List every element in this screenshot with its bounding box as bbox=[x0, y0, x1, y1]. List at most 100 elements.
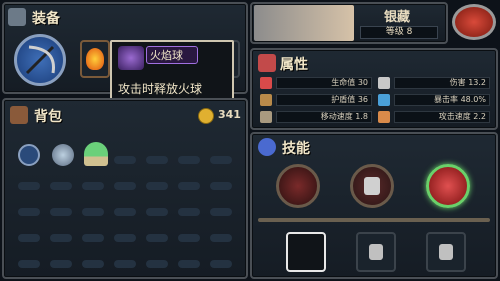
coin-count: 341 bbox=[218, 108, 241, 121]
lock-icon bbox=[369, 244, 383, 260]
stat-row: 移动速度 1.8 bbox=[260, 110, 372, 124]
stat-number: 30 bbox=[357, 78, 368, 87]
hero-header: 银藏 等级 8 bbox=[250, 2, 448, 44]
bag-slot[interactable] bbox=[50, 260, 72, 268]
backpack-title: 背包 bbox=[34, 109, 62, 125]
coin-icon bbox=[198, 108, 214, 124]
bag-slot[interactable] bbox=[114, 156, 136, 164]
item-tooltip: 火焰球 攻击时释放火球 bbox=[110, 40, 234, 100]
stat-number: 13.2 bbox=[468, 78, 486, 87]
stat-label: 伤害 bbox=[449, 78, 466, 87]
bag-slot[interactable] bbox=[82, 260, 104, 268]
bag-slot[interactable] bbox=[210, 182, 232, 190]
bag-slot[interactable] bbox=[114, 260, 136, 268]
fire-orb-icon bbox=[86, 48, 104, 70]
stat-label: 攻击速度 bbox=[438, 112, 471, 121]
skill-slot-red-crest[interactable] bbox=[276, 164, 320, 208]
skill-slot-dash[interactable] bbox=[426, 164, 470, 208]
stat-value: 伤害 13.2 bbox=[394, 77, 490, 89]
bag-slot[interactable] bbox=[114, 208, 136, 216]
bag-slot[interactable] bbox=[18, 234, 40, 242]
stat-value: 生命值 30 bbox=[276, 77, 372, 89]
tooltip-description: 攻击时释放火球 bbox=[118, 82, 203, 96]
stat-icon bbox=[378, 77, 390, 89]
stat-number: 1.8 bbox=[355, 112, 368, 121]
bag-slot[interactable] bbox=[114, 182, 136, 190]
hero-portrait bbox=[254, 5, 354, 41]
bag-slot[interactable] bbox=[178, 260, 200, 268]
bag-slot[interactable] bbox=[18, 208, 40, 216]
bag-slot[interactable] bbox=[50, 208, 72, 216]
stat-row: 攻击速度 2.2 bbox=[378, 110, 490, 124]
bag-slot[interactable] bbox=[114, 234, 136, 242]
active-skill-slot[interactable] bbox=[286, 232, 326, 272]
bag-slot[interactable] bbox=[210, 260, 232, 268]
stat-icon bbox=[260, 111, 272, 123]
skill-divider bbox=[258, 218, 490, 222]
mushroom-item[interactable] bbox=[84, 142, 108, 166]
bag-slot[interactable] bbox=[178, 182, 200, 190]
locked-skill-slot-2[interactable] bbox=[356, 232, 396, 272]
attributes-panel: 属性 生命值 30 护盾值 36 移动速度 1.8 伤害 13.2 暴击率 48.0% 攻… bbox=[250, 48, 498, 130]
stat-row: 生命值 30 bbox=[260, 76, 372, 90]
stat-row: 暴击率 48.0% bbox=[378, 93, 490, 107]
stat-icon bbox=[260, 77, 272, 89]
stat-icon bbox=[378, 111, 390, 123]
stat-value: 护盾值 36 bbox=[276, 94, 372, 106]
hero-level: 等级 8 bbox=[360, 26, 438, 39]
exit-button[interactable] bbox=[452, 4, 496, 40]
tooltip-item-image bbox=[118, 46, 144, 70]
bag-slot[interactable] bbox=[178, 208, 200, 216]
stat-row: 护盾值 36 bbox=[260, 93, 372, 107]
stat-value: 移动速度 1.8 bbox=[276, 111, 372, 123]
bag-slot[interactable] bbox=[210, 208, 232, 216]
bag-slot[interactable] bbox=[178, 156, 200, 164]
orb-item[interactable] bbox=[52, 144, 74, 166]
bag-slot[interactable] bbox=[210, 234, 232, 242]
bag-slot[interactable] bbox=[50, 182, 72, 190]
stat-number: 48.0% bbox=[460, 95, 486, 104]
armor-icon bbox=[8, 8, 26, 26]
bag-slot[interactable] bbox=[146, 260, 168, 268]
bag-slot[interactable] bbox=[146, 182, 168, 190]
bag-slot[interactable] bbox=[82, 234, 104, 242]
locked-skill-slot-3[interactable] bbox=[426, 232, 466, 272]
stat-value: 攻击速度 2.2 bbox=[394, 111, 490, 123]
bow-weapon-slot[interactable] bbox=[14, 34, 66, 86]
fire-orb-slot[interactable] bbox=[80, 40, 110, 78]
compass-item[interactable] bbox=[18, 144, 40, 166]
stat-label: 护盾值 bbox=[331, 95, 356, 104]
heart-icon bbox=[258, 54, 276, 72]
stat-number: 2.2 bbox=[473, 112, 486, 121]
hero-name: 银藏 bbox=[384, 10, 411, 25]
bag-slot[interactable] bbox=[18, 260, 40, 268]
stat-icon bbox=[378, 94, 390, 106]
bag-slot[interactable] bbox=[82, 208, 104, 216]
bag-slot[interactable] bbox=[82, 182, 104, 190]
skill-orb-icon bbox=[258, 138, 276, 156]
bag-slot[interactable] bbox=[210, 156, 232, 164]
stat-value: 暴击率 48.0% bbox=[394, 94, 490, 106]
skill-slot-locked[interactable] bbox=[350, 164, 394, 208]
equipment-title: 装备 bbox=[32, 11, 60, 27]
bag-slot[interactable] bbox=[50, 234, 72, 242]
stat-icon bbox=[260, 94, 272, 106]
attributes-title: 属性 bbox=[280, 57, 308, 73]
stat-label: 生命值 bbox=[331, 78, 356, 87]
lock-icon bbox=[439, 244, 453, 260]
bag-slot[interactable] bbox=[178, 234, 200, 242]
lock-icon bbox=[364, 177, 380, 195]
tooltip-item-name: 火焰球 bbox=[150, 49, 183, 62]
stat-row: 伤害 13.2 bbox=[378, 76, 490, 90]
skills-panel: 技能 bbox=[250, 132, 498, 279]
skills-title: 技能 bbox=[282, 141, 310, 157]
chest-icon bbox=[10, 106, 28, 124]
bow-icon bbox=[25, 45, 55, 75]
bag-slot[interactable] bbox=[146, 234, 168, 242]
stat-number: 36 bbox=[357, 95, 368, 104]
bag-slot[interactable] bbox=[146, 156, 168, 164]
bag-slot[interactable] bbox=[146, 208, 168, 216]
stat-label: 暴击率 bbox=[434, 95, 459, 104]
bag-slot[interactable] bbox=[18, 182, 40, 190]
stat-label: 移动速度 bbox=[320, 112, 353, 121]
